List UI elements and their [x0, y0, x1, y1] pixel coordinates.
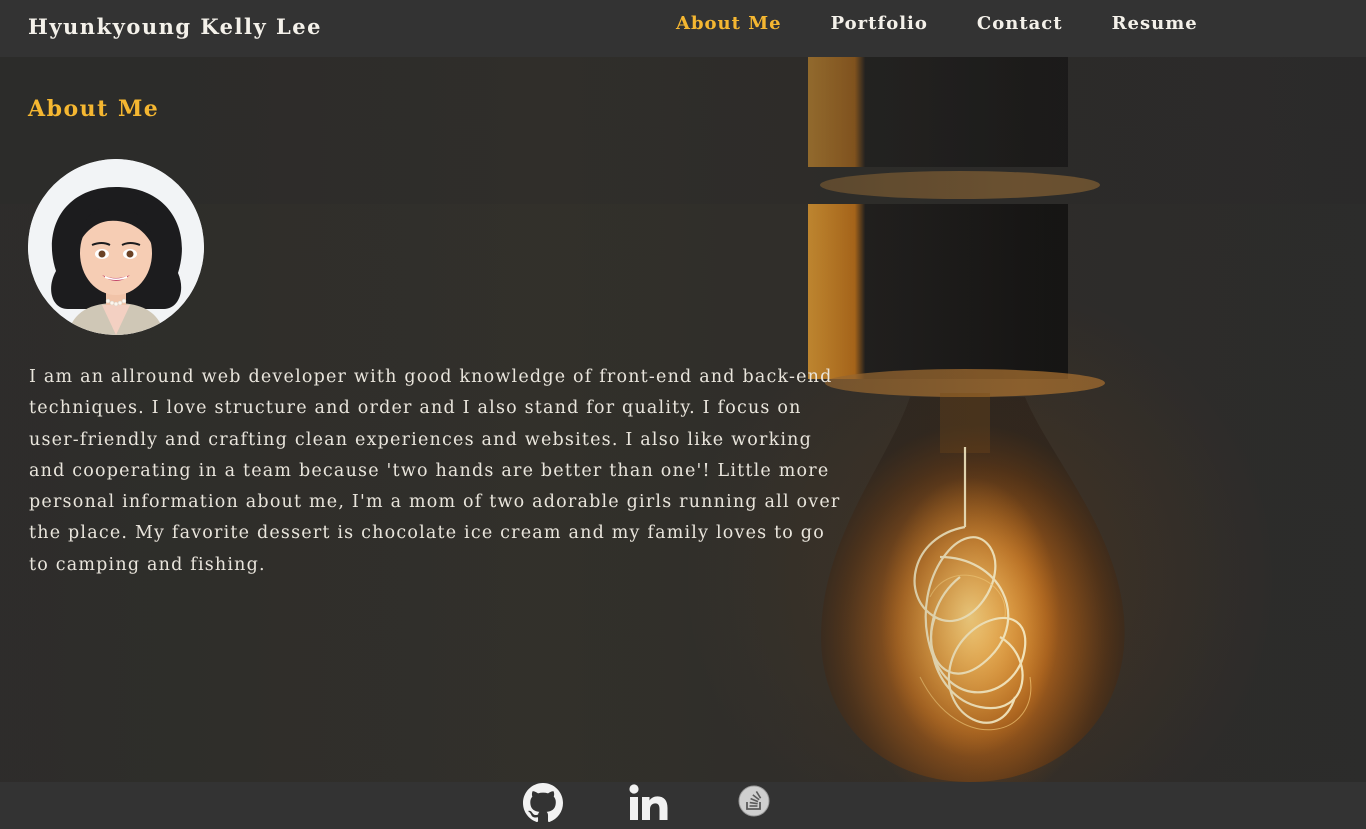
github-link[interactable]	[523, 782, 563, 823]
linkedin-link[interactable]	[628, 782, 670, 824]
nav-portfolio[interactable]: Portfolio	[831, 13, 928, 34]
linkedin-icon	[629, 784, 668, 820]
avatar	[28, 159, 204, 335]
site-brand[interactable]: Hyunkyoung Kelly Lee	[28, 14, 322, 39]
site-footer	[0, 782, 1366, 829]
section-title: About Me	[28, 96, 160, 122]
nav-about-me[interactable]: About Me	[676, 13, 782, 34]
nav-resume[interactable]: Resume	[1112, 13, 1198, 34]
avatar-cartoon-woman-icon	[28, 159, 204, 335]
about-bio-text: I am an allround web developer with good…	[29, 367, 841, 575]
github-icon	[523, 783, 563, 823]
site-header: Hyunkyoung Kelly Lee About Me Portfolio …	[0, 0, 1366, 57]
hero-top-band	[0, 57, 1366, 204]
stackoverflow-link[interactable]	[738, 782, 770, 817]
page: Hyunkyoung Kelly Lee About Me Portfolio …	[0, 0, 1366, 829]
stackoverflow-icon	[738, 785, 770, 817]
nav-contact[interactable]: Contact	[977, 13, 1063, 34]
main-nav: About Me Portfolio Contact Resume	[676, 13, 1247, 34]
